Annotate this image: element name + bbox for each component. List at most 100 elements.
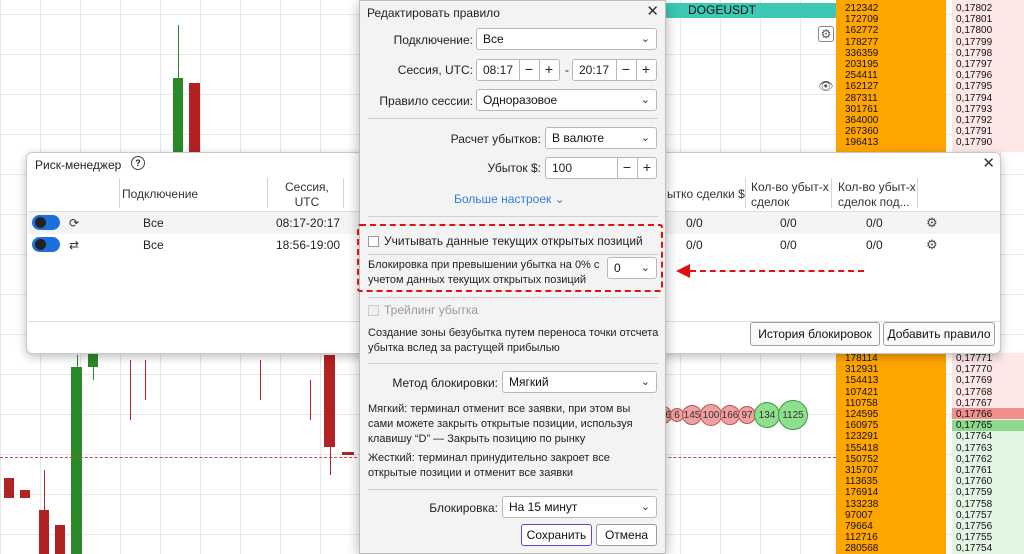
more-settings-link[interactable]: Больше настроек ⌄: [454, 192, 565, 206]
orderbook-volume: 107421: [845, 386, 879, 398]
settings-gear-icon[interactable]: ⚙: [818, 26, 834, 42]
cancel-button[interactable]: Отмена: [596, 524, 657, 546]
orderbook-row[interactable]: 212342 0,17802: [836, 3, 1024, 14]
orderbook-volume: 280568: [845, 543, 879, 554]
orderbook-row[interactable]: 196413 0,17790: [836, 137, 1024, 148]
block-method-label: Метод блокировки:: [392, 376, 498, 390]
column-loss-count[interactable]: Кол-во убыт-х сделок: [751, 180, 829, 210]
row-loss-count-consecutive: 0/0: [866, 216, 883, 230]
orderbook-row[interactable]: 267360 0,17791: [836, 126, 1024, 137]
orderbook-row[interactable]: 150752 0,17762: [836, 454, 1024, 465]
rule-toggle[interactable]: [32, 215, 60, 230]
blocking-duration-label: Блокировка:: [429, 501, 498, 515]
add-rule-button[interactable]: Добавить правило: [883, 322, 995, 346]
orderbook-row[interactable]: 280568 0,17754: [836, 543, 1024, 554]
row-loss: 0/0: [686, 216, 703, 230]
orderbook-volume: 315707: [845, 465, 879, 476]
orderbook-volume: 336359: [845, 47, 879, 59]
orderbook-volume: 123291: [845, 431, 879, 443]
orderbook-volume: 133238: [845, 498, 879, 510]
orderbook-row[interactable]: 113635 0,17760: [836, 476, 1024, 487]
history-button[interactable]: История блокировок: [750, 322, 880, 346]
column-session[interactable]: Сессия, UTC: [285, 180, 329, 210]
orderbook-price: 0,17797: [956, 59, 993, 70]
trade-bubble: 1125: [778, 400, 808, 430]
orderbook-price: 0,17756: [956, 521, 993, 532]
orderbook-row[interactable]: 172709 0,17801: [836, 14, 1024, 25]
orderbook-row[interactable]: 178114 0,17771: [836, 353, 1024, 364]
orderbook-row[interactable]: 312931 0,17770: [836, 364, 1024, 375]
eye-icon[interactable]: 👁: [818, 78, 834, 94]
close-icon[interactable]: ✕: [646, 2, 659, 20]
orderbook-volume: 113635: [845, 476, 878, 488]
loss-input[interactable]: 100 − +: [545, 157, 657, 179]
orderbook-row[interactable]: 123291 0,17764: [836, 431, 1024, 442]
session-to-input[interactable]: 20:17 − +: [572, 59, 657, 81]
connection-select[interactable]: Все ⌄: [476, 28, 657, 50]
orderbook-row[interactable]: 133238 0,17758: [836, 499, 1024, 510]
arrow-head-icon: [676, 264, 690, 278]
row-settings-gear-icon[interactable]: ⚙: [926, 215, 938, 231]
orderbook-row[interactable]: 110758 0,17767: [836, 398, 1024, 409]
orderbook-row[interactable]: 336359 0,17798: [836, 48, 1024, 59]
orderbook-price: 0,17763: [956, 442, 993, 454]
orderbook-volume: 97007: [845, 509, 873, 521]
orderbook-volume: 112716: [845, 532, 878, 544]
hard-method-description: Жесткий: терминал принудительно закроет …: [368, 452, 610, 479]
orderbook-price: 0,17762: [956, 453, 993, 465]
orderbook-row[interactable]: 178277 0,17799: [836, 37, 1024, 48]
column-loss-count-consecutive[interactable]: Кол-во убыт-х сделок под...: [838, 180, 916, 210]
session-from-input[interactable]: 08:17 − +: [476, 59, 560, 81]
trade-bubble: 134: [754, 402, 780, 428]
orderbook-price: 0,17771: [956, 353, 993, 364]
close-icon[interactable]: ✕: [982, 154, 995, 172]
row-session: 08:17-20:17: [276, 216, 341, 230]
save-button[interactable]: Сохранить: [521, 524, 592, 546]
orderbook-row[interactable]: 203195 0,17797: [836, 59, 1024, 70]
orderbook-row[interactable]: 154413 0,17769: [836, 375, 1024, 386]
orderbook-price: 0,17791: [956, 126, 993, 138]
orderbook-volume: 254411: [845, 70, 878, 82]
orderbook-row[interactable]: 160975 0,17765: [836, 420, 1024, 431]
orderbook-row[interactable]: 162772 0,17800: [836, 25, 1024, 36]
orderbook-row[interactable]: 364000 0,17792: [836, 115, 1024, 126]
orderbook-volume: 301761: [845, 103, 879, 115]
orderbook-volume: 287311: [845, 92, 878, 104]
rule-toggle[interactable]: [32, 237, 60, 252]
loss-calc-select[interactable]: В валюте ⌄: [545, 127, 657, 149]
chevron-down-icon: ⌄: [640, 33, 650, 45]
orderbook-volume: 162772: [845, 25, 879, 37]
orderbook-row[interactable]: 155418 0,17763: [836, 443, 1024, 454]
orderbook-row[interactable]: 254411 0,17796: [836, 70, 1024, 81]
session-rule-select[interactable]: Одноразовое ⌄: [476, 89, 657, 111]
help-icon[interactable]: ?: [131, 156, 145, 170]
soft-method-description: Мягкий: терминал отменит все заявки, при…: [368, 403, 633, 445]
block-method-select[interactable]: Мягкий ⌄: [502, 371, 657, 393]
row-settings-gear-icon[interactable]: ⚙: [926, 237, 938, 253]
orderbook-price: 0,17757: [956, 509, 993, 521]
orderbook-row[interactable]: 107421 0,17768: [836, 387, 1024, 398]
column-connection[interactable]: Подключение: [122, 187, 198, 202]
orderbook-price: 0,17758: [956, 498, 993, 510]
orderbook-volume: 312931: [845, 364, 879, 376]
orderbook-price: 0,17793: [956, 103, 993, 115]
blocking-duration-select[interactable]: На 15 минут ⌄: [502, 496, 657, 518]
orderbook-row[interactable]: 301761 0,17793: [836, 104, 1024, 115]
trailing-checkbox[interactable]: [368, 305, 379, 316]
orderbook-row[interactable]: 124595 0,17766: [836, 409, 1024, 420]
orderbook-row[interactable]: 176914 0,17759: [836, 487, 1024, 498]
highlight-arrow: [690, 270, 864, 272]
orderbook-row[interactable]: 287311 0,17794: [836, 93, 1024, 104]
orderbook-price: 0,17754: [956, 543, 993, 554]
row-loss-count-consecutive: 0/0: [866, 238, 883, 252]
orderbook-volume: 155418: [845, 442, 879, 454]
column-loss[interactable]: ытко сделки $: [667, 187, 745, 202]
orderbook-row[interactable]: 79664 0,17756: [836, 521, 1024, 532]
orderbook-row[interactable]: 97007 0,17757: [836, 510, 1024, 521]
orderbook-row[interactable]: 112716 0,17755: [836, 532, 1024, 543]
loss-label: Убыток $:: [487, 161, 541, 175]
orderbook-volume: 267360: [845, 126, 879, 138]
orderbook-row[interactable]: 315707 0,17761: [836, 465, 1024, 476]
orderbook-row[interactable]: 162127 0,17795: [836, 81, 1024, 92]
orderbook-price: 0,17767: [956, 397, 993, 409]
